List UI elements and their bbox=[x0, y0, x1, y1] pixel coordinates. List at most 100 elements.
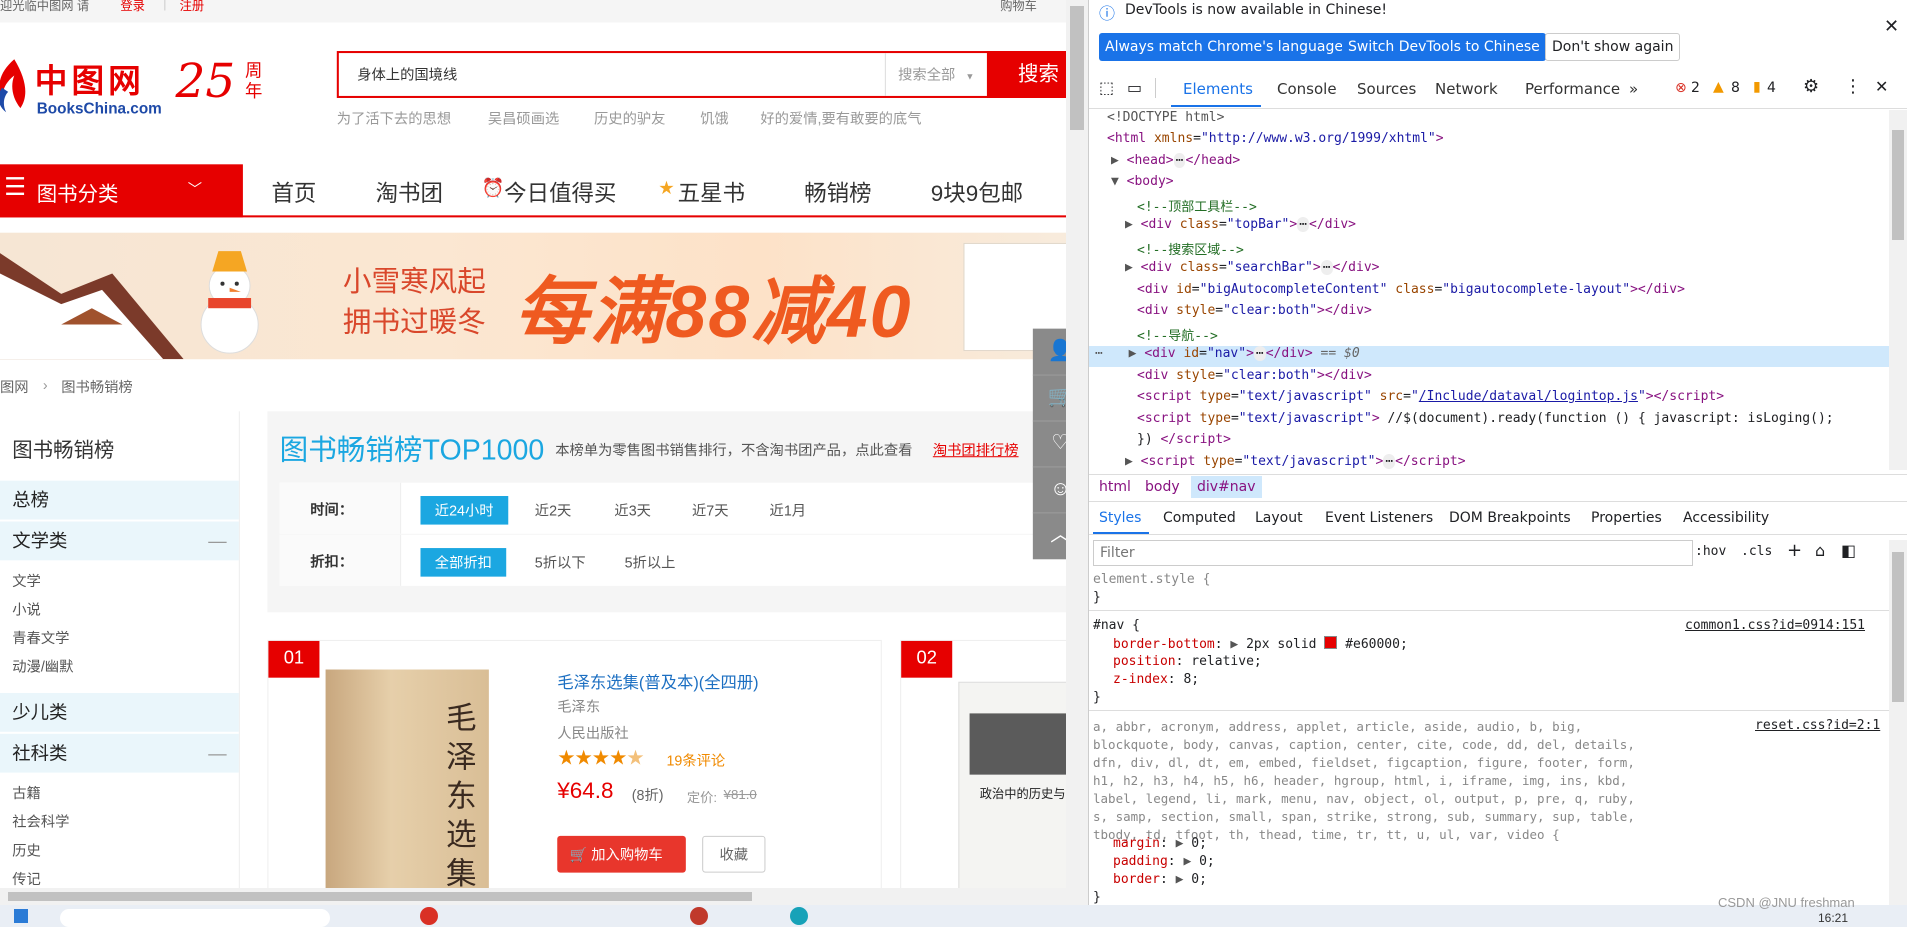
sidebar-item-literature[interactable]: 文学类 — bbox=[0, 521, 239, 561]
sidebar-subitem[interactable]: 历史 bbox=[12, 840, 41, 860]
gear-icon[interactable]: ⚙ bbox=[1803, 76, 1819, 97]
app-icon[interactable] bbox=[790, 907, 808, 925]
category-menu-button[interactable]: ☰ 图书分类 ﹀ bbox=[0, 164, 243, 218]
dom-div-searchbar[interactable]: ▶ <div class="searchBar"> ⋯ </div> bbox=[1125, 260, 1889, 281]
favorite-button[interactable]: 收藏 bbox=[702, 835, 766, 873]
css-property[interactable]: border: ▶ 0; bbox=[1113, 872, 1207, 887]
warning-count[interactable]: 8 bbox=[1731, 80, 1740, 96]
discount-option-above-5[interactable]: 5折以上 bbox=[625, 552, 676, 572]
inspect-element-icon[interactable]: ⬚ bbox=[1099, 78, 1114, 97]
css-property[interactable]: z-index: 8; bbox=[1113, 672, 1199, 687]
cls-toggle[interactable]: .cls bbox=[1741, 544, 1772, 559]
sidebar-subitem[interactable]: 动漫/幽默 bbox=[12, 656, 73, 676]
time-option-2d[interactable]: 近2天 bbox=[535, 500, 572, 520]
css-property[interactable]: border-bottom: ▶ 2px solid #e60000; bbox=[1113, 636, 1408, 652]
search-input[interactable] bbox=[338, 53, 885, 96]
nav-item-taoshutuan[interactable]: 淘书团 bbox=[376, 176, 443, 209]
discount-option-all[interactable]: 全部折扣 bbox=[420, 548, 507, 577]
reset-rule-selector[interactable]: a, abbr, acronym, address, applet, artic… bbox=[1093, 718, 1653, 844]
kebab-menu-icon[interactable]: ⋮ bbox=[1844, 76, 1862, 97]
dom-div-nav-selected[interactable]: ⋯ ▶ <div id="nav"> ⋯ </div> == $0 bbox=[1089, 346, 1889, 367]
sidebar-subitem[interactable]: 传记 bbox=[12, 869, 41, 889]
hot-word[interactable]: 历史的驴友 bbox=[594, 108, 665, 128]
dont-show-again-button[interactable]: Don't show again bbox=[1545, 33, 1681, 61]
chrome-icon[interactable] bbox=[690, 907, 708, 925]
dom-body[interactable]: ▼ <body> bbox=[1111, 174, 1889, 195]
dom-head[interactable]: ▶ <head> ⋯ </head> bbox=[1111, 153, 1889, 174]
hot-word[interactable]: 好的爱情,要有敢要的底气 bbox=[760, 108, 921, 128]
sidebar-item-total[interactable]: 总榜 bbox=[0, 480, 239, 520]
nav-item-bestseller[interactable]: 畅销榜 bbox=[804, 176, 871, 209]
dom-html[interactable]: <html xmlns="http://www.w3.org/1999/xhtm… bbox=[1107, 131, 1889, 152]
scrollbar-thumb[interactable] bbox=[1892, 552, 1904, 702]
dom-comment[interactable]: <!--导航--> bbox=[1137, 325, 1889, 346]
nav-item-five-star[interactable]: 五星书 bbox=[678, 176, 745, 209]
dom-comment[interactable]: <!--顶部工具栏--> bbox=[1137, 196, 1889, 217]
hot-word[interactable]: 吴昌硕画选 bbox=[488, 108, 559, 128]
dom-div-clear[interactable]: <div style="clear:both"></div> bbox=[1137, 368, 1889, 389]
book-cover-image[interactable]: 毛泽东选集 bbox=[325, 669, 489, 905]
more-tabs-icon[interactable]: » bbox=[1629, 80, 1638, 98]
device-toolbar-icon[interactable]: ▭ bbox=[1127, 78, 1142, 97]
time-option-7d[interactable]: 近7天 bbox=[692, 500, 729, 520]
crumb-body[interactable]: body bbox=[1145, 479, 1180, 495]
start-icon[interactable] bbox=[14, 909, 28, 923]
crumb-div-nav[interactable]: div#nav bbox=[1191, 476, 1262, 498]
new-style-rule-icon[interactable]: + bbox=[1787, 540, 1802, 561]
search-scope-select[interactable]: 搜索全部 ▼ bbox=[884, 53, 987, 96]
dom-script-logintop[interactable]: <script type="text/javascript" src="/Inc… bbox=[1137, 389, 1889, 410]
dom-comment[interactable]: <!--搜索区域--> bbox=[1137, 239, 1889, 260]
time-option-1m[interactable]: 近1月 bbox=[770, 500, 807, 520]
time-option-24h[interactable]: 近24小时 bbox=[420, 496, 508, 525]
tab-elements[interactable]: Elements bbox=[1183, 80, 1253, 98]
hot-word[interactable]: 为了活下去的思想 bbox=[337, 108, 451, 128]
hov-toggle[interactable]: :hov bbox=[1695, 544, 1726, 559]
login-link[interactable]: 登录 bbox=[120, 0, 145, 14]
css-property[interactable]: margin: ▶ 0; bbox=[1113, 836, 1207, 851]
subtab-accessibility[interactable]: Accessibility bbox=[1683, 510, 1769, 526]
nav-item-home[interactable]: 首页 bbox=[271, 176, 316, 209]
sidebar-subitem[interactable]: 社会科学 bbox=[12, 811, 69, 831]
close-icon[interactable]: ✕ bbox=[1884, 16, 1899, 37]
collapse-icon[interactable]: — bbox=[208, 734, 226, 773]
register-link[interactable]: 注册 bbox=[180, 0, 205, 14]
promo-banner[interactable]: 小雪寒风起 拥书过暖冬 每满88减40 bbox=[0, 232, 1088, 360]
switch-chinese-button[interactable]: Switch DevTools to Chinese bbox=[1342, 33, 1546, 61]
dom-div-clear[interactable]: <div style="clear:both"></div> bbox=[1137, 303, 1889, 324]
collapse-icon[interactable]: — bbox=[208, 522, 226, 561]
tab-console[interactable]: Console bbox=[1277, 80, 1337, 98]
subtab-computed[interactable]: Computed bbox=[1163, 510, 1236, 526]
subtab-dom-breakpoints[interactable]: DOM Breakpoints bbox=[1449, 510, 1571, 526]
breadcrumb-home[interactable]: 图网 bbox=[0, 377, 29, 397]
paint-brush-icon[interactable]: ⌂ bbox=[1815, 541, 1825, 560]
page-vertical-scrollbar[interactable] bbox=[1066, 0, 1088, 905]
site-logo[interactable]: 中图网 BooksChina.com 25 周年 bbox=[0, 53, 276, 124]
dom-script-inline-end[interactable]: }) </script> bbox=[1137, 432, 1889, 453]
subtab-event-listeners[interactable]: Event Listeners bbox=[1325, 510, 1433, 526]
css-property[interactable]: position: relative; bbox=[1113, 654, 1262, 669]
tab-performance[interactable]: Performance bbox=[1525, 80, 1620, 98]
subtab-properties[interactable]: Properties bbox=[1591, 510, 1662, 526]
dom-tree-scrollbar[interactable] bbox=[1889, 110, 1907, 470]
css-property[interactable]: padding: ▶ 0; bbox=[1113, 854, 1215, 869]
sidebar-item-children[interactable]: 少儿类 bbox=[0, 692, 239, 732]
dom-div-topbar[interactable]: ▶ <div class="topBar"> ⋯ </div> bbox=[1125, 217, 1889, 238]
crumb-html[interactable]: html bbox=[1099, 479, 1131, 495]
reset-rule-source-link[interactable]: reset.css?id=2:1 bbox=[1755, 718, 1880, 733]
error-count[interactable]: 2 bbox=[1691, 80, 1700, 96]
toggle-sidebar-icon[interactable]: ◧ bbox=[1841, 541, 1856, 560]
discount-option-below-5[interactable]: 5折以下 bbox=[535, 552, 586, 572]
styles-filter-input[interactable] bbox=[1093, 540, 1693, 566]
scrollbar-thumb[interactable] bbox=[8, 892, 752, 901]
app-icon[interactable] bbox=[420, 907, 438, 925]
sidebar-subitem[interactable]: 古籍 bbox=[12, 783, 41, 803]
product-title[interactable]: 毛泽东选集(普及本)(全四册) bbox=[557, 668, 758, 692]
dom-doctype[interactable]: <!DOCTYPE html> bbox=[1107, 110, 1889, 131]
sidebar-item-social[interactable]: 社科类 — bbox=[0, 733, 239, 773]
review-count-link[interactable]: 19条评论 bbox=[666, 750, 725, 770]
time-option-3d[interactable]: 近3天 bbox=[614, 500, 651, 520]
sidebar-subitem[interactable]: 文学 bbox=[12, 571, 41, 591]
nav-rule-selector[interactable]: #nav { bbox=[1093, 618, 1140, 633]
color-swatch[interactable] bbox=[1324, 636, 1338, 649]
scrollbar-thumb[interactable] bbox=[1070, 6, 1084, 130]
